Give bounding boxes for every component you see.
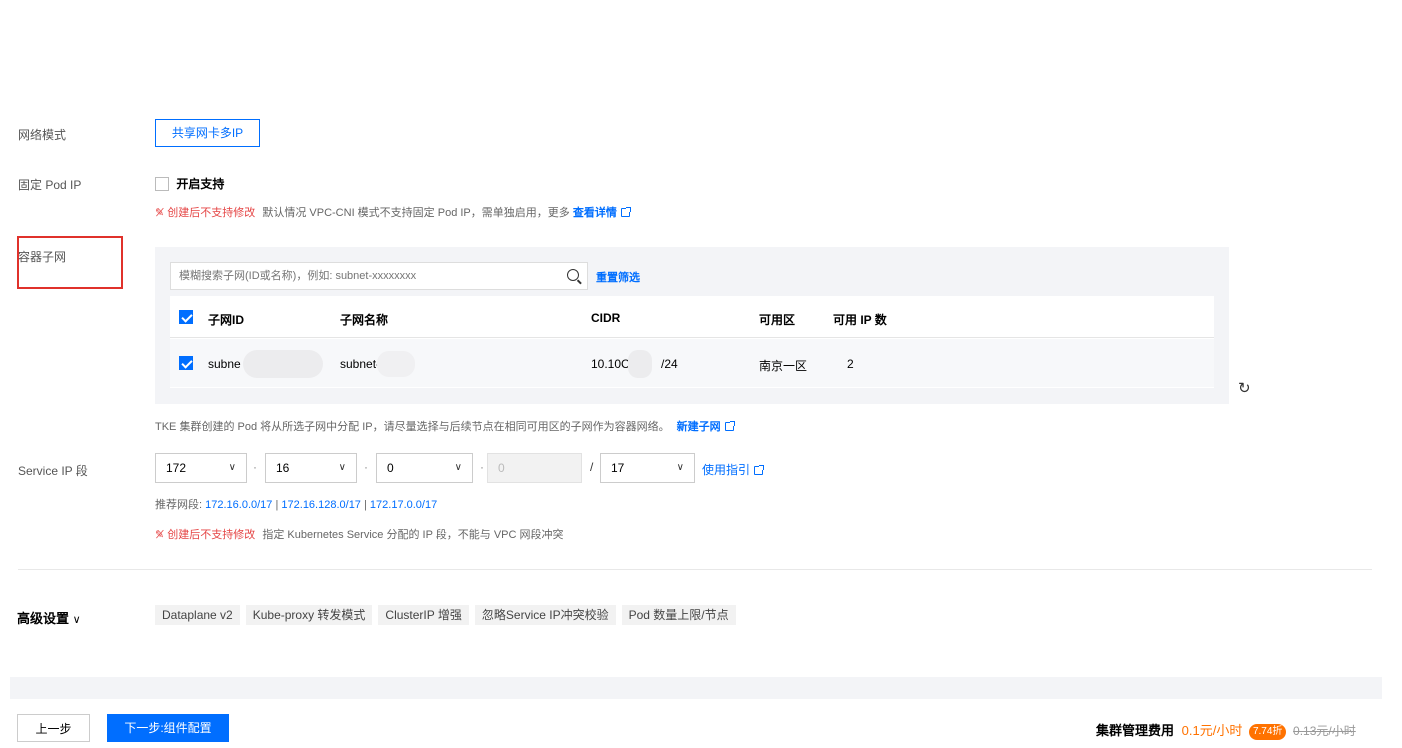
discount-badge: 7.74折 — [1248, 724, 1287, 740]
mask-value: 17 — [611, 461, 625, 475]
octet-1-select[interactable]: 172 ∨ — [155, 453, 247, 483]
select-all-checkbox[interactable] — [179, 310, 193, 324]
network-mode-button[interactable]: 共享网卡多IP — [155, 119, 260, 147]
service-ip-hint: ✎̸ 创建后不支持修改 指定 Kubernetes Service 分配的 IP… — [155, 526, 564, 542]
mask-select[interactable]: 17 ∨ — [600, 453, 695, 483]
mask-separator: / — [590, 460, 594, 474]
fixed-pod-ip-desc: 默认情况 VPC-CNI 模式不支持固定 Pod IP，需单独启用，更多 — [262, 207, 570, 219]
row-cidr-prefix: 10.10C — [591, 357, 630, 371]
prev-step-button[interactable]: 上一步 — [17, 714, 90, 742]
fixed-pod-ip-option[interactable]: 开启支持 — [155, 175, 224, 192]
subnet-note-text: TKE 集群创建的 Pod 将从所选子网中分配 IP，请尽量选择与后续节点在相同… — [155, 421, 670, 433]
usage-guide[interactable]: 使用指引 — [702, 461, 765, 478]
fee-price: 0.1元/小时 — [1181, 723, 1243, 738]
advanced-tag: Pod 数量上限/节点 — [621, 605, 736, 625]
range-divider: | — [275, 499, 279, 511]
chevron-down-icon: ∨ — [72, 614, 81, 626]
table-header: 子网ID 子网名称 CIDR 可用区 可用 IP 数 — [170, 296, 1214, 338]
fixed-pod-ip-details-link[interactable]: 查看详情 — [573, 207, 617, 219]
subnet-table: 子网ID 子网名称 CIDR 可用区 可用 IP 数 subne subnet-… — [170, 296, 1214, 388]
fee-label: 集群管理费用 — [1096, 723, 1175, 738]
row-zone: 南京一区 — [759, 359, 808, 373]
edit-forbidden-icon: ✎̸ — [155, 529, 165, 541]
refresh-icon[interactable]: ↻ — [1238, 379, 1251, 397]
recommend-label: 推荐网段: — [155, 499, 203, 511]
advanced-tag: Dataplane v2 — [155, 605, 240, 625]
redacted-blur — [377, 351, 415, 377]
row-cidr-suffix: /24 — [661, 357, 678, 371]
next-step-button[interactable]: 下一步:组件配置 — [107, 714, 229, 742]
redacted-blur — [243, 350, 323, 378]
external-link-icon — [754, 465, 765, 475]
external-link-icon — [724, 421, 735, 431]
service-ip-label: Service IP 段 — [18, 464, 88, 478]
recommended-range-link[interactable]: 172.17.0.0/17 — [370, 499, 437, 511]
reset-filter-link[interactable]: 重置筛选 — [596, 269, 640, 285]
recommended-ranges: 推荐网段: 172.16.0.0/17 | 172.16.128.0/17 | … — [155, 496, 437, 512]
row-available-ip: 2 — [847, 357, 854, 371]
advanced-settings-toggle[interactable]: 高级设置 ∨ — [17, 608, 81, 627]
chevron-down-icon: ∨ — [676, 462, 684, 473]
row-subnet-name: subnet- — [340, 357, 381, 371]
advanced-tag: ClusterIP 增强 — [378, 605, 469, 625]
col-zone: 可用区 — [759, 313, 796, 327]
fixed-pod-ip-label: 固定 Pod IP — [18, 178, 82, 192]
octet-separator: · — [253, 460, 257, 474]
subnet-search-input[interactable] — [171, 263, 556, 289]
edit-forbidden-icon: ✎̸ — [155, 207, 165, 219]
octet-4-value: 0 — [498, 461, 505, 475]
subnet-note: TKE 集群创建的 Pod 将从所选子网中分配 IP，请尽量选择与后续节点在相同… — [155, 418, 735, 434]
octet-separator: · — [480, 460, 484, 474]
service-ip-warn: 创建后不支持修改 — [167, 529, 256, 541]
octet-4-input: 0 — [487, 453, 582, 483]
recommended-range-link[interactable]: 172.16.0.0/17 — [205, 499, 272, 511]
range-divider: | — [364, 499, 367, 511]
octet-3-select[interactable]: 0 ∨ — [376, 453, 473, 483]
advanced-tag: Kube-proxy 转发模式 — [245, 605, 373, 625]
redacted-blur — [628, 350, 652, 378]
container-subnet-label: 容器子网 — [18, 250, 67, 264]
col-cidr: CIDR — [591, 311, 621, 325]
octet-1-value: 172 — [166, 461, 187, 475]
advanced-settings-label: 高级设置 — [17, 611, 70, 626]
fixed-pod-ip-warn: 创建后不支持修改 — [167, 207, 256, 219]
new-subnet-link[interactable]: 新建子网 — [677, 421, 721, 433]
advanced-tags: Dataplane v2 Kube-proxy 转发模式 ClusterIP 增强忽… — [155, 605, 742, 625]
original-price: 0.13元/小时 — [1293, 724, 1356, 738]
service-ip-desc: 指定 Kubernetes Service 分配的 IP 段，不能与 VPC 网… — [262, 529, 564, 541]
table-row[interactable]: subne subnet- 10.10C /24 南京一区 2 — [170, 339, 1214, 387]
octet-3-value: 0 — [387, 461, 394, 475]
section-divider — [18, 569, 1372, 570]
subnet-panel: 重置筛选 子网ID 子网名称 CIDR 可用区 可用 IP 数 subne su… — [155, 247, 1229, 404]
fee-summary: 集群管理费用 0.1元/小时 7.74折 0.13元/小时 — [1096, 720, 1356, 740]
recommended-range-link[interactable]: 172.16.128.0/17 — [281, 499, 361, 511]
chevron-down-icon: ∨ — [228, 462, 236, 473]
row-checkbox[interactable] — [179, 356, 193, 370]
row-subnet-id: subne — [208, 357, 241, 371]
col-subnet-id: 子网ID — [208, 313, 245, 327]
octet-2-value: 16 — [276, 461, 290, 475]
search-icon-handle — [577, 279, 582, 285]
advanced-tag: 忽略Service IP冲突校验 — [474, 605, 616, 625]
network-mode-label: 网络模式 — [18, 128, 67, 142]
chevron-down-icon: ∨ — [338, 462, 346, 473]
subnet-search[interactable] — [170, 262, 588, 290]
fixed-pod-ip-hint: ✎̸ 创建后不支持修改 默认情况 VPC-CNI 模式不支持固定 Pod IP，… — [155, 204, 631, 220]
fixed-pod-ip-checkbox[interactable] — [155, 177, 169, 191]
fixed-pod-ip-checkbox-label: 开启支持 — [176, 177, 225, 191]
footer-band — [10, 677, 1382, 699]
external-link-icon — [620, 207, 631, 217]
usage-guide-link[interactable]: 使用指引 — [702, 463, 750, 477]
col-subnet-name: 子网名称 — [340, 313, 389, 327]
chevron-down-icon: ∨ — [454, 462, 462, 473]
octet-2-select[interactable]: 16 ∨ — [265, 453, 357, 483]
octet-separator: · — [364, 460, 368, 474]
col-available-ip: 可用 IP 数 — [833, 313, 887, 327]
